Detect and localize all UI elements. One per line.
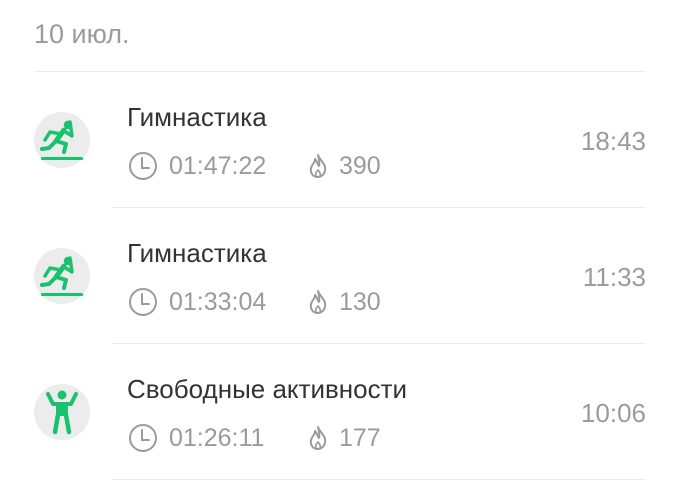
flame-icon bbox=[305, 288, 331, 316]
workout-time: 10:06 bbox=[580, 398, 646, 428]
date-header: 10 июл. bbox=[34, 19, 130, 49]
clock-icon bbox=[127, 422, 159, 454]
flame-icon bbox=[305, 152, 331, 180]
divider bbox=[112, 479, 646, 480]
workout-calories: 130 bbox=[339, 287, 381, 316]
workout-duration: 01:26:11 bbox=[169, 423, 265, 452]
workout-row[interactable]: Гимнастика 01:33:04 130 11:33 bbox=[0, 208, 680, 344]
workout-time: 18:43 bbox=[580, 126, 646, 156]
workout-stats: 01:33:04 130 bbox=[127, 287, 381, 317]
free-activity-icon bbox=[34, 384, 90, 440]
flame-icon bbox=[305, 424, 331, 452]
workout-title: Свободные активности bbox=[127, 374, 408, 404]
workout-calories: 390 bbox=[339, 151, 381, 180]
clock-icon bbox=[127, 286, 159, 318]
workout-time: 11:33 bbox=[582, 262, 646, 292]
workout-title: Гимнастика bbox=[127, 102, 267, 132]
workout-duration: 01:47:22 bbox=[169, 151, 267, 180]
gymnastics-icon bbox=[34, 248, 90, 304]
workout-title: Гимнастика bbox=[127, 238, 267, 268]
workout-stats: 01:26:11 177 bbox=[127, 423, 381, 453]
workout-stats: 01:47:22 390 bbox=[127, 151, 381, 181]
workout-duration: 01:33:04 bbox=[169, 287, 267, 316]
workout-row[interactable]: Свободные активности 01:26:11 177 10:06 bbox=[0, 344, 680, 480]
clock-icon bbox=[127, 150, 159, 182]
workout-row[interactable]: Гимнастика 01:47:22 390 18:43 bbox=[0, 72, 680, 208]
gymnastics-icon bbox=[34, 112, 90, 168]
workout-calories: 177 bbox=[339, 423, 381, 452]
